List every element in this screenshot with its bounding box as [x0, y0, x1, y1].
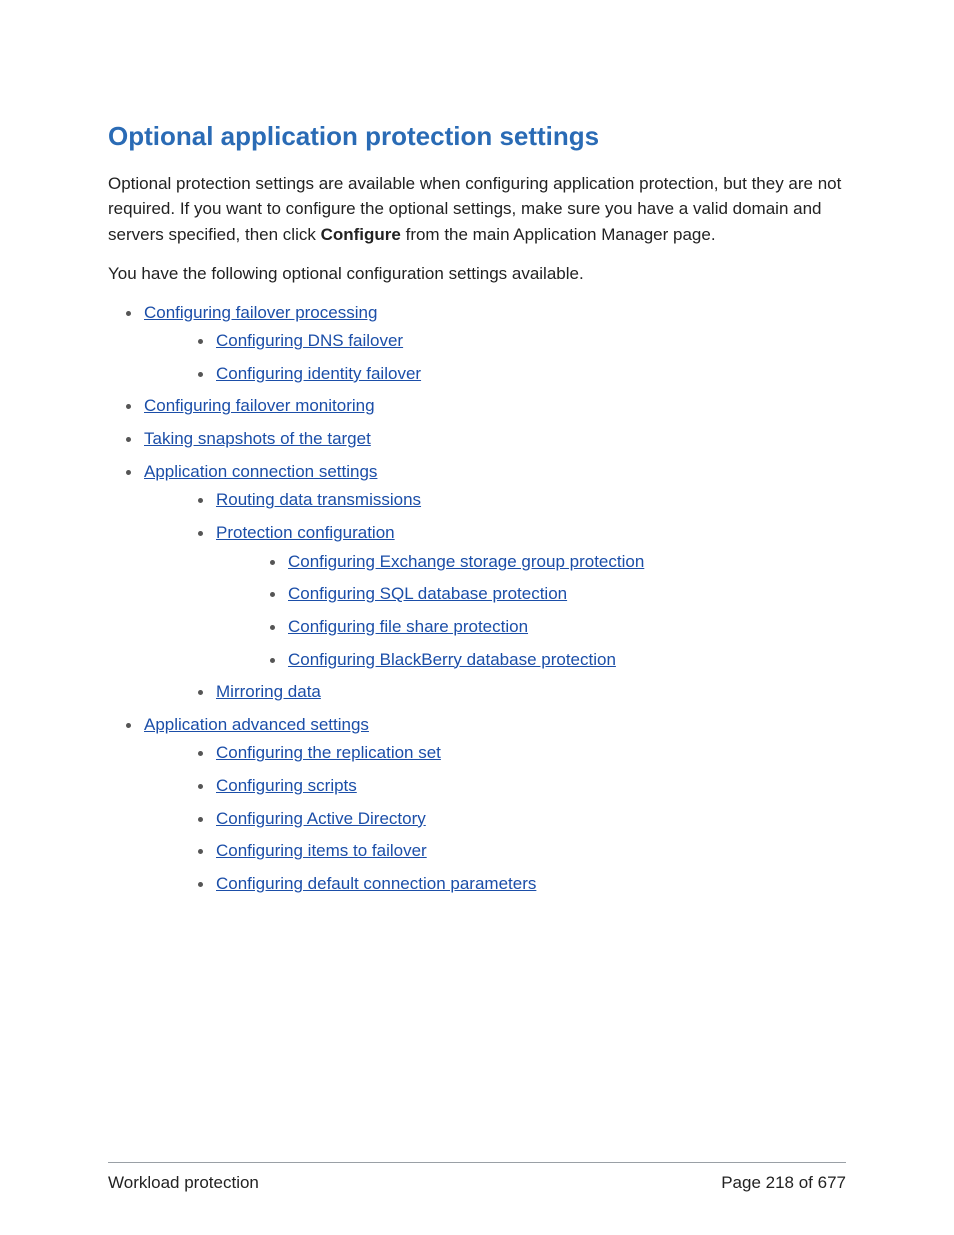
link-configuring-blackberry-database-protection[interactable]: Configuring BlackBerry database protecti…	[288, 650, 616, 669]
intro-bold: Configure	[321, 225, 401, 244]
list-item: Configuring identity failover	[180, 362, 846, 387]
link-routing-data-transmissions[interactable]: Routing data transmissions	[216, 490, 421, 509]
link-list: Configuring failover processing Configur…	[108, 301, 846, 897]
link-mirroring-data[interactable]: Mirroring data	[216, 682, 321, 701]
footer-left: Workload protection	[108, 1173, 259, 1193]
list-item: Configuring default connection parameter…	[180, 872, 846, 897]
link-taking-snapshots[interactable]: Taking snapshots of the target	[144, 429, 371, 448]
link-configuring-sql-database-protection[interactable]: Configuring SQL database protection	[288, 584, 567, 603]
link-protection-configuration[interactable]: Protection configuration	[216, 523, 395, 542]
link-configuring-replication-set[interactable]: Configuring the replication set	[216, 743, 441, 762]
list-item: Configuring BlackBerry database protecti…	[252, 648, 846, 673]
link-configuring-active-directory[interactable]: Configuring Active Directory	[216, 809, 426, 828]
list-item: Routing data transmissions	[180, 488, 846, 513]
list-item: Configuring failover processing Configur…	[108, 301, 846, 387]
lead-paragraph: You have the following optional configur…	[108, 261, 846, 287]
list-item: Application connection settings Routing …	[108, 460, 846, 705]
link-configuring-file-share-protection[interactable]: Configuring file share protection	[288, 617, 528, 636]
list-item: Configuring file share protection	[252, 615, 846, 640]
list-item: Configuring failover monitoring	[108, 394, 846, 419]
link-configuring-default-connection-parameters[interactable]: Configuring default connection parameter…	[216, 874, 536, 893]
page-footer: Workload protection Page 218 of 677	[108, 1162, 846, 1193]
list-item: Taking snapshots of the target	[108, 427, 846, 452]
list-item: Application advanced settings Configurin…	[108, 713, 846, 897]
list-item: Configuring SQL database protection	[252, 582, 846, 607]
link-configuring-failover-monitoring[interactable]: Configuring failover monitoring	[144, 396, 375, 415]
link-application-connection-settings[interactable]: Application connection settings	[144, 462, 377, 481]
list-item: Configuring Active Directory	[180, 807, 846, 832]
page-heading: Optional application protection settings	[108, 120, 846, 153]
list-item: Configuring items to failover	[180, 839, 846, 864]
link-configuring-failover-processing[interactable]: Configuring failover processing	[144, 303, 377, 322]
list-item: Configuring DNS failover	[180, 329, 846, 354]
list-item: Configuring scripts	[180, 774, 846, 799]
link-configuring-scripts[interactable]: Configuring scripts	[216, 776, 357, 795]
link-configuring-items-to-failover[interactable]: Configuring items to failover	[216, 841, 427, 860]
link-application-advanced-settings[interactable]: Application advanced settings	[144, 715, 369, 734]
list-item: Configuring the replication set	[180, 741, 846, 766]
intro-post: from the main Application Manager page.	[401, 225, 716, 244]
list-item: Mirroring data	[180, 680, 846, 705]
link-configuring-identity-failover[interactable]: Configuring identity failover	[216, 364, 421, 383]
list-item: Protection configuration Configuring Exc…	[180, 521, 846, 672]
list-item: Configuring Exchange storage group prote…	[252, 550, 846, 575]
link-configuring-dns-failover[interactable]: Configuring DNS failover	[216, 331, 403, 350]
footer-right: Page 218 of 677	[721, 1173, 846, 1193]
link-configuring-exchange-storage-group-protection[interactable]: Configuring Exchange storage group prote…	[288, 552, 644, 571]
intro-paragraph: Optional protection settings are availab…	[108, 171, 846, 248]
